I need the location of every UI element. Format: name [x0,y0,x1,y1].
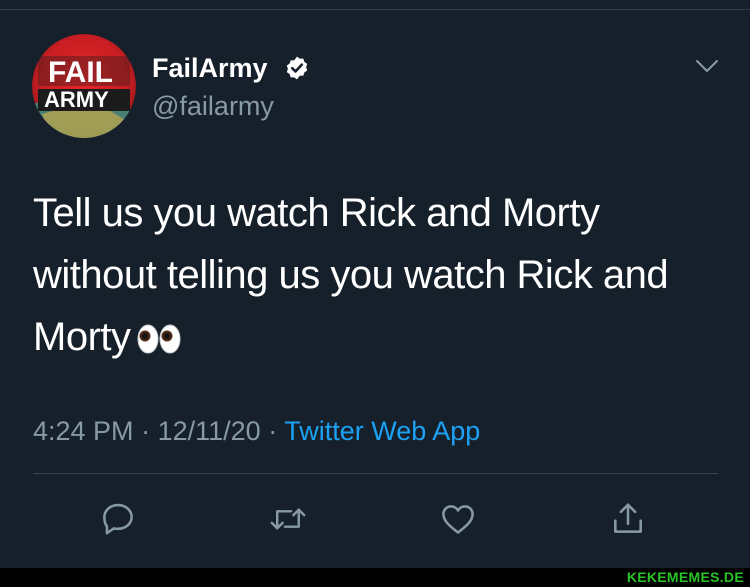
eyes-emoji [137,310,181,372]
tweet-source-link[interactable]: Twitter Web App [284,416,480,446]
retweet-icon [270,508,306,530]
logo-text-fail: FAIL [48,56,113,89]
tweet-meta: 4:24 PM · 12/11/20 · Twitter Web App [33,414,480,448]
display-name[interactable]: FailArmy [152,52,268,84]
logo-text-army: ARMY [44,87,109,112]
heart-icon [442,505,474,534]
meta-separator: · [268,416,278,446]
tweet-text: Tell us you watch Rick and Morty without… [33,182,733,372]
meta-separator: · [141,416,151,446]
share-icon [614,503,642,533]
like-button[interactable] [436,497,480,541]
watermark-text: KEKEMEMES.DE [626,569,744,585]
top-divider [0,9,750,10]
tweet-time[interactable]: 4:24 PM [33,416,134,446]
reply-icon [103,503,133,535]
retweet-button[interactable] [266,497,310,541]
share-button[interactable] [606,497,650,541]
avatar[interactable]: FAIL ARMY [32,34,136,138]
handle[interactable]: @failarmy [152,90,274,122]
tweet-date[interactable]: 12/11/20 [158,416,261,446]
tweet-body: Tell us you watch Rick and Morty without… [33,191,669,359]
chevron-down-icon[interactable] [695,58,719,74]
reply-button[interactable] [96,497,140,541]
failarmy-logo: FAIL ARMY [32,34,136,138]
actions-divider [33,473,718,474]
verified-badge-icon [286,56,308,80]
